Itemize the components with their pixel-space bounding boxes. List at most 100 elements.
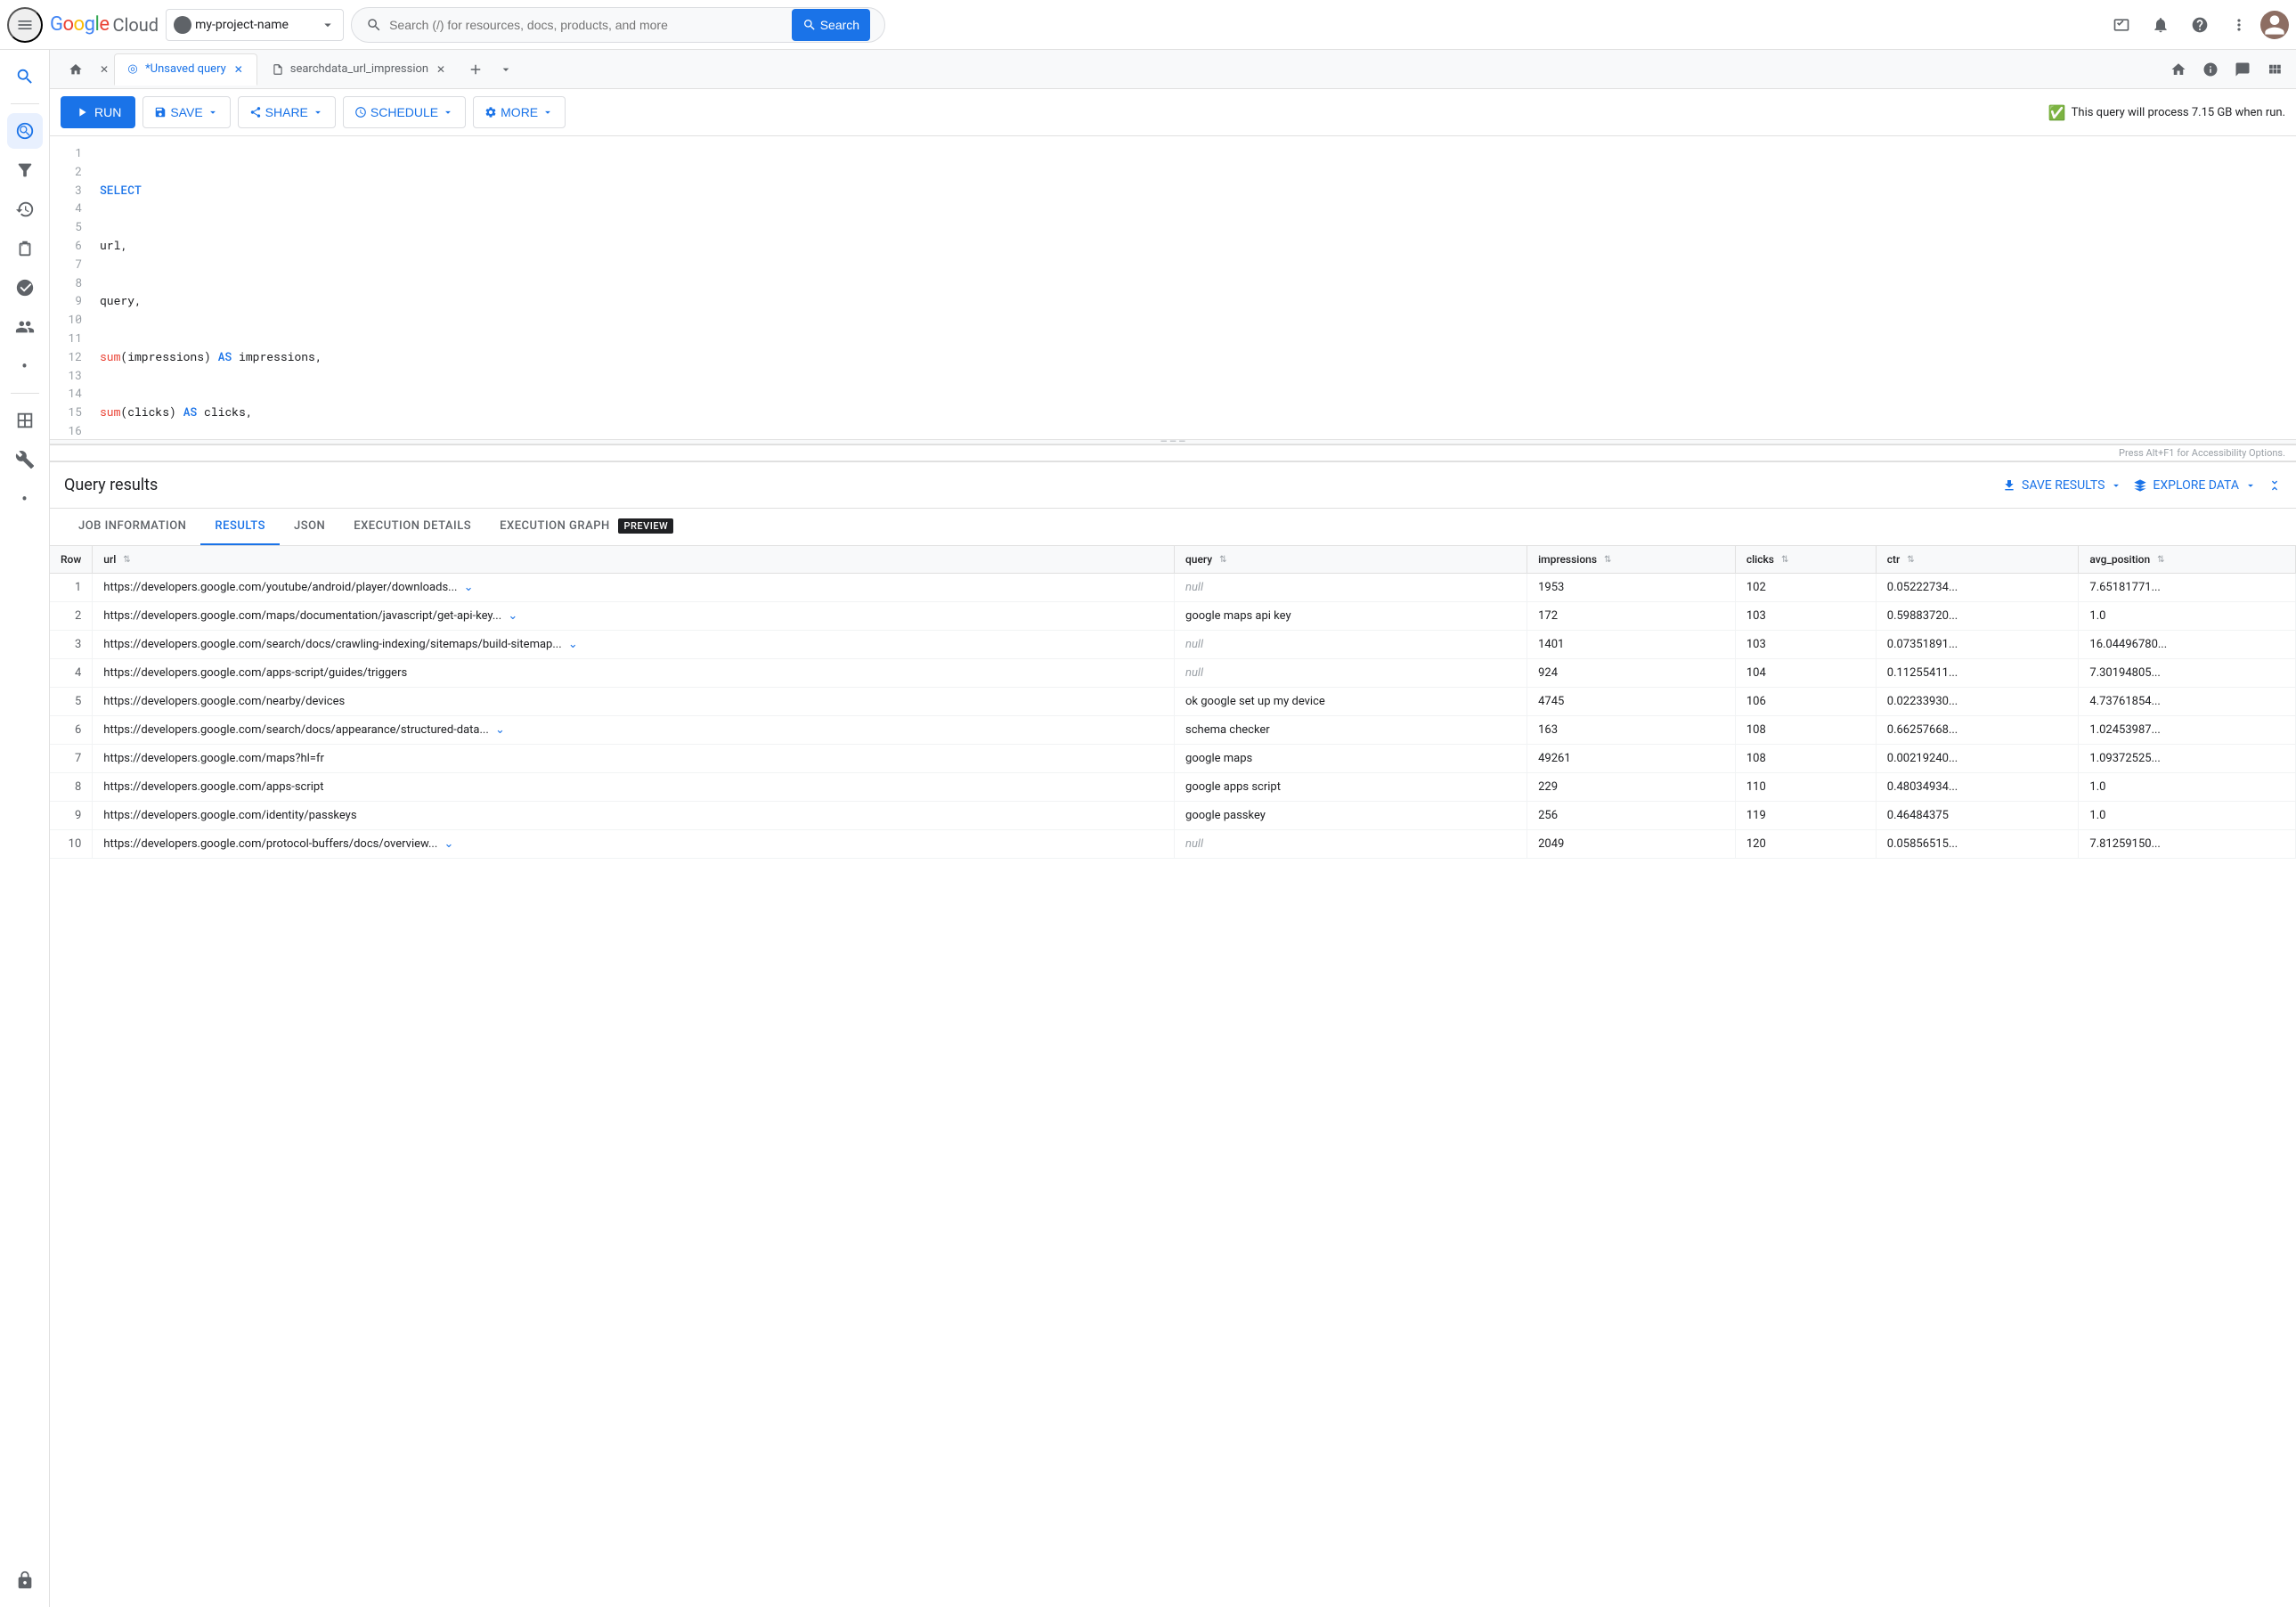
- share-button[interactable]: SHARE: [238, 96, 336, 128]
- cell-url: https://developers.google.com/apps-scrip…: [93, 773, 1175, 802]
- cloud-shell-button[interactable]: [2104, 7, 2139, 43]
- hamburger-menu-button[interactable]: [7, 7, 43, 43]
- code-editor[interactable]: 12345 678910 1112131415 16 SELECT url, q…: [50, 136, 2296, 439]
- col-header-ctr[interactable]: ctr⇅: [1876, 546, 2079, 574]
- expand-url-icon[interactable]: ⌄: [495, 723, 505, 737]
- cell-clicks: 106: [1735, 688, 1876, 716]
- expand-url-icon[interactable]: ⌄: [444, 837, 454, 851]
- query-info: ✅ This query will process 7.15 GB when r…: [2048, 104, 2285, 121]
- sidebar-item-schedule[interactable]: [7, 270, 43, 306]
- tab-home[interactable]: [57, 53, 94, 86]
- cell-row-num: 4: [50, 659, 93, 688]
- cell-row-num: 3: [50, 631, 93, 659]
- col-header-url[interactable]: url⇅: [93, 546, 1175, 574]
- col-header-query[interactable]: query⇅: [1175, 546, 1527, 574]
- table-row: 4 https://developers.google.com/apps-scr…: [50, 659, 2296, 688]
- search-bar[interactable]: Search: [351, 7, 885, 43]
- cell-url: https://developers.google.com/nearby/dev…: [93, 688, 1175, 716]
- more-chevron-icon: [541, 106, 554, 118]
- sidebar-item-users[interactable]: [7, 309, 43, 345]
- tabs-home-icon[interactable]: [2164, 55, 2193, 84]
- project-selector[interactable]: my-project-name: [166, 9, 344, 41]
- expand-url-icon[interactable]: ⌄: [568, 638, 578, 651]
- cell-impressions: 2049: [1527, 830, 1736, 859]
- save-results-button[interactable]: SAVE RESULTS: [2002, 478, 2122, 493]
- sidebar-item-table[interactable]: [7, 403, 43, 438]
- cell-avg-position: 7.30194805...: [2079, 659, 2296, 688]
- search-button[interactable]: Search: [792, 9, 870, 41]
- tab-searchdata-label: searchdata_url_impression: [290, 62, 428, 76]
- col-header-clicks[interactable]: clicks⇅: [1735, 546, 1876, 574]
- results-table-container[interactable]: Row url⇅ query⇅ impressions⇅: [50, 546, 2296, 889]
- cell-ctr: 0.07351891...: [1876, 631, 2079, 659]
- tab-unsaved-label: *Unsaved query: [145, 62, 226, 76]
- tab-searchdata-close[interactable]: ✕: [434, 62, 448, 77]
- cell-query: google maps: [1175, 745, 1527, 773]
- sidebar-item-compare[interactable]: [7, 231, 43, 266]
- sidebar-item-filter[interactable]: [7, 152, 43, 188]
- sidebar-item-wrench[interactable]: [7, 442, 43, 477]
- tab-home-close[interactable]: ✕: [96, 63, 112, 76]
- table-row: 2 https://developers.google.com/maps/doc…: [50, 602, 2296, 631]
- more-options-button[interactable]: [2221, 7, 2257, 43]
- cell-clicks: 108: [1735, 745, 1876, 773]
- results-expand-button[interactable]: [2268, 478, 2282, 493]
- expand-url-icon[interactable]: ⌄: [508, 609, 517, 623]
- sidebar-item-lock[interactable]: [7, 1562, 43, 1598]
- tab-execution-details[interactable]: EXECUTION DETAILS: [339, 509, 485, 545]
- tabs-bar: ✕ ◎ *Unsaved query ✕ searchdata_url_impr…: [50, 50, 2296, 89]
- tab-unsaved-close[interactable]: ✕: [232, 62, 246, 77]
- tab-unsaved-query[interactable]: ◎ *Unsaved query ✕: [114, 53, 257, 86]
- cell-ctr: 0.11255411...: [1876, 659, 2079, 688]
- tab-job-information[interactable]: JOB INFORMATION: [64, 509, 200, 545]
- sidebar-item-bigquery[interactable]: [7, 113, 43, 149]
- code-content[interactable]: SELECT url, query, sum(impressions) AS i…: [93, 136, 2296, 439]
- sidebar-item-search[interactable]: [7, 59, 43, 94]
- more-button[interactable]: MORE: [473, 96, 566, 128]
- left-sidebar: • •: [0, 50, 50, 1607]
- col-header-row[interactable]: Row: [50, 546, 93, 574]
- cell-avg-position: 1.02453987...: [2079, 716, 2296, 745]
- cell-avg-position: 16.04496780...: [2079, 631, 2296, 659]
- cell-query: google apps script: [1175, 773, 1527, 802]
- cell-row-num: 6: [50, 716, 93, 745]
- cell-url: https://developers.google.com/youtube/an…: [93, 574, 1175, 602]
- cell-query: google passkey: [1175, 802, 1527, 830]
- tab-results[interactable]: RESULTS: [200, 509, 280, 545]
- cell-query: null: [1175, 659, 1527, 688]
- cell-query: null: [1175, 830, 1527, 859]
- tabs-grid-icon[interactable]: [2260, 55, 2289, 84]
- results-panel: Query results SAVE RESULTS EXPLORE DATA: [50, 461, 2296, 889]
- chevron-down-icon: [320, 17, 336, 33]
- tab-searchdata[interactable]: searchdata_url_impression ✕: [259, 53, 460, 86]
- tabs-info-icon[interactable]: [2196, 55, 2225, 84]
- cell-impressions: 1953: [1527, 574, 1736, 602]
- expand-url-icon[interactable]: ⌄: [464, 581, 474, 594]
- table-row: 1 https://developers.google.com/youtube/…: [50, 574, 2296, 602]
- check-icon: ✅: [2048, 104, 2066, 121]
- cell-row-num: 5: [50, 688, 93, 716]
- project-name: my-project-name: [195, 18, 316, 32]
- top-nav: Google Cloud my-project-name Search: [0, 0, 2296, 50]
- sidebar-item-history[interactable]: [7, 192, 43, 227]
- table-row: 7 https://developers.google.com/maps?hl=…: [50, 745, 2296, 773]
- col-header-avg-position[interactable]: avg_position⇅: [2079, 546, 2296, 574]
- tab-execution-graph[interactable]: EXECUTION GRAPH PREVIEW: [485, 509, 688, 545]
- add-tab-button[interactable]: [461, 55, 490, 84]
- user-avatar[interactable]: [2260, 11, 2289, 39]
- schedule-button[interactable]: SCHEDULE: [343, 96, 466, 128]
- notifications-button[interactable]: [2143, 7, 2178, 43]
- tab-more-button[interactable]: [492, 55, 520, 84]
- cell-clicks: 102: [1735, 574, 1876, 602]
- sidebar-item-dot2[interactable]: •: [7, 481, 43, 517]
- col-header-impressions[interactable]: impressions⇅: [1527, 546, 1736, 574]
- sidebar-item-dot1[interactable]: •: [7, 348, 43, 384]
- save-button[interactable]: SAVE: [142, 96, 230, 128]
- help-button[interactable]: [2182, 7, 2218, 43]
- run-button[interactable]: RUN: [61, 96, 135, 128]
- tab-json[interactable]: JSON: [280, 509, 339, 545]
- search-input[interactable]: [389, 18, 785, 32]
- cell-clicks: 108: [1735, 716, 1876, 745]
- tabs-chat-icon[interactable]: [2228, 55, 2257, 84]
- explore-data-button[interactable]: EXPLORE DATA: [2133, 478, 2257, 493]
